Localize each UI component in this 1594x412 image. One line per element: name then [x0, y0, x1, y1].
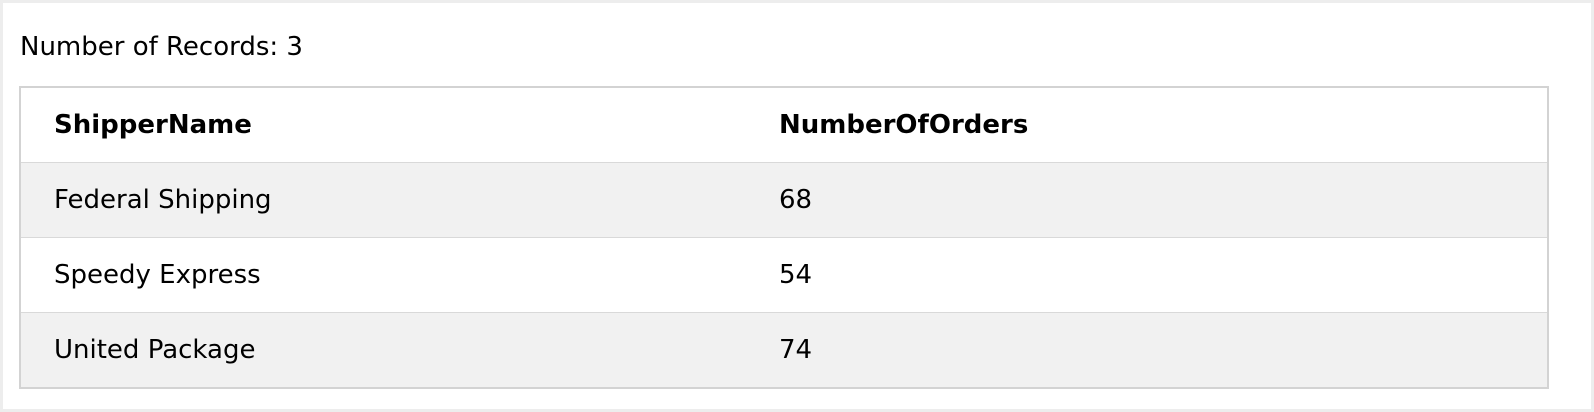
- column-header-numberoforders: NumberOfOrders: [746, 87, 1548, 163]
- results-table: ShipperName NumberOfOrders Federal Shipp…: [19, 86, 1549, 389]
- table-row: Speedy Express 54: [20, 237, 1548, 313]
- cell-shipper-name: United Package: [20, 312, 746, 389]
- cell-shipper-name: Federal Shipping: [20, 162, 746, 238]
- cell-number-of-orders: 68: [746, 162, 1548, 238]
- cell-number-of-orders: 54: [746, 237, 1548, 313]
- table-row: Federal Shipping 68: [20, 162, 1548, 238]
- table-header-row: ShipperName NumberOfOrders: [20, 87, 1548, 163]
- column-header-shippername: ShipperName: [20, 87, 746, 163]
- cell-shipper-name: Speedy Express: [20, 237, 746, 313]
- record-count: Number of Records: 3: [20, 32, 303, 62]
- result-panel: Number of Records: 3 ShipperName NumberO…: [0, 0, 1594, 412]
- table-row: United Package 74: [20, 312, 1548, 389]
- cell-number-of-orders: 74: [746, 312, 1548, 389]
